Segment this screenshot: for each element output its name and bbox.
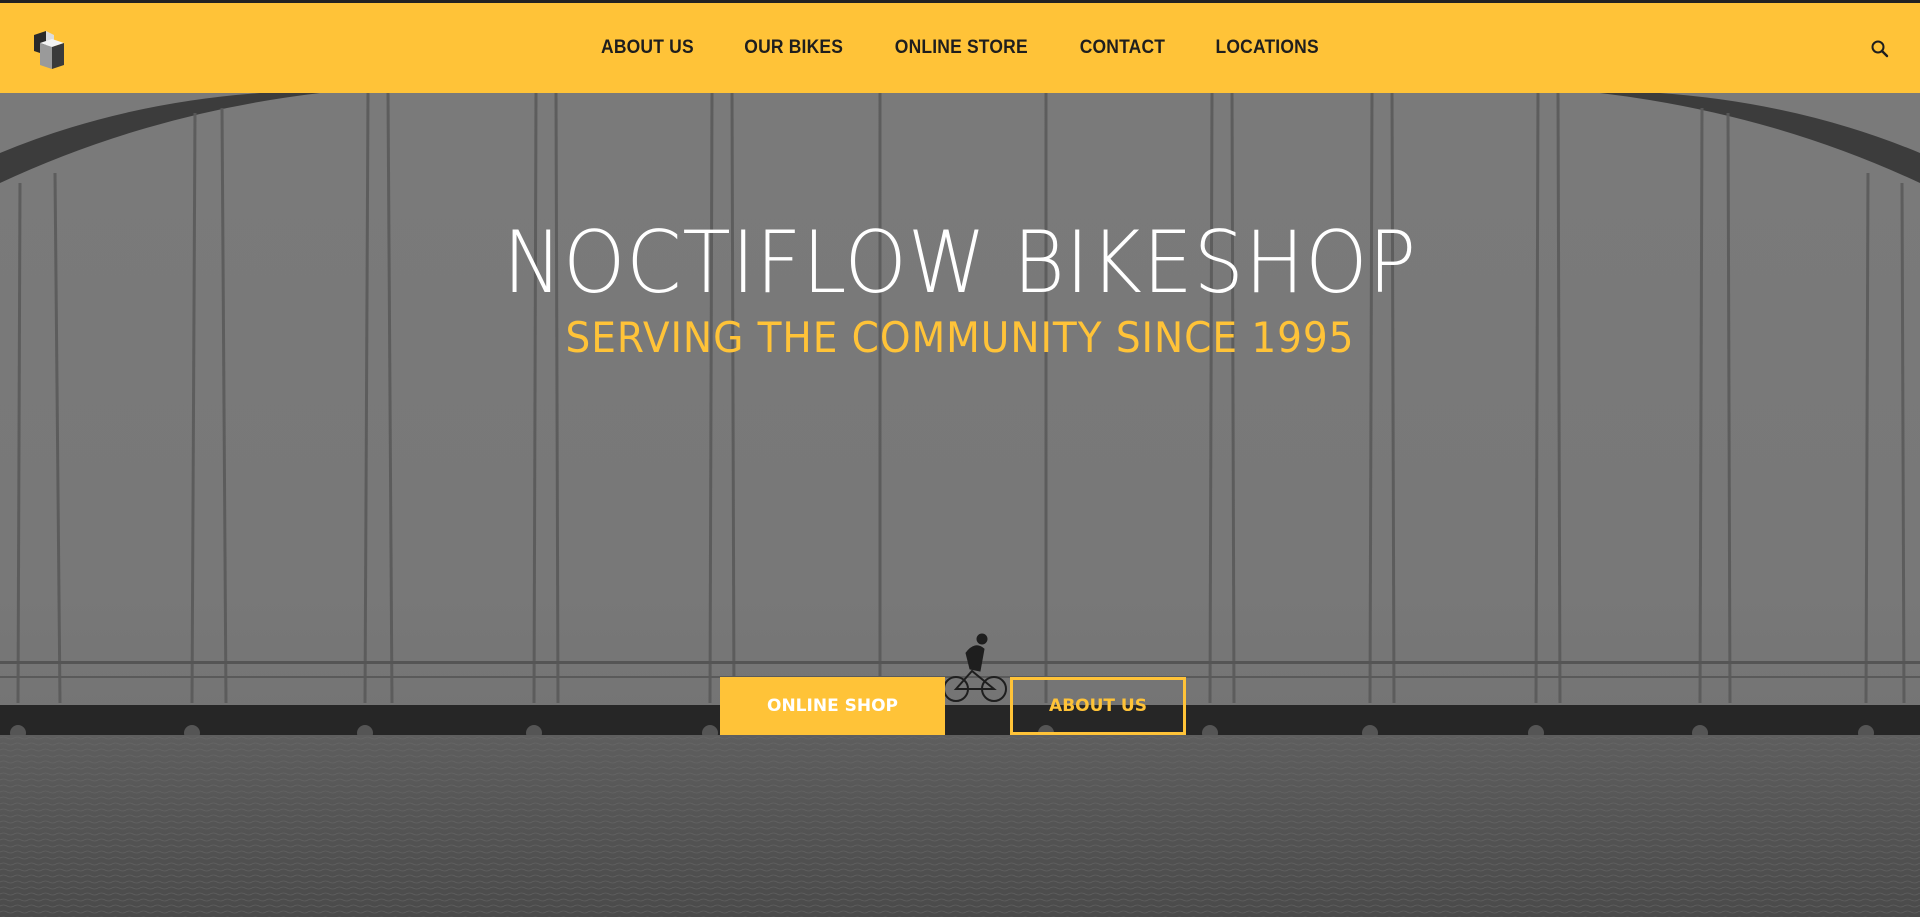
about-us-button[interactable]: ABOUT US	[1010, 677, 1186, 735]
search-icon[interactable]	[1870, 39, 1890, 59]
nav-item-contact[interactable]: CONTACT	[1060, 37, 1184, 59]
site-header: ABOUT US OUR BIKES ONLINE STORE CONTACT …	[0, 0, 1920, 93]
hero-subtitle: SERVING THE COMMUNITY SINCE 1995	[565, 313, 1355, 362]
nav-item-about-us[interactable]: ABOUT US	[582, 37, 713, 59]
nav-item-online-store[interactable]: ONLINE STORE	[876, 37, 1048, 59]
hero-section: NOCTIFLOW BIKESHOP SERVING THE COMMUNITY…	[0, 93, 1920, 917]
main-nav: ABOUT US OUR BIKES ONLINE STORE CONTACT …	[0, 3, 1920, 93]
nav-item-our-bikes[interactable]: OUR BIKES	[725, 37, 862, 59]
page: ABOUT US OUR BIKES ONLINE STORE CONTACT …	[0, 0, 1920, 917]
hero-title: NOCTIFLOW BIKESHOP	[502, 213, 1418, 313]
nav-item-locations[interactable]: LOCATIONS	[1196, 37, 1338, 59]
online-shop-button[interactable]: ONLINE SHOP	[720, 677, 945, 735]
